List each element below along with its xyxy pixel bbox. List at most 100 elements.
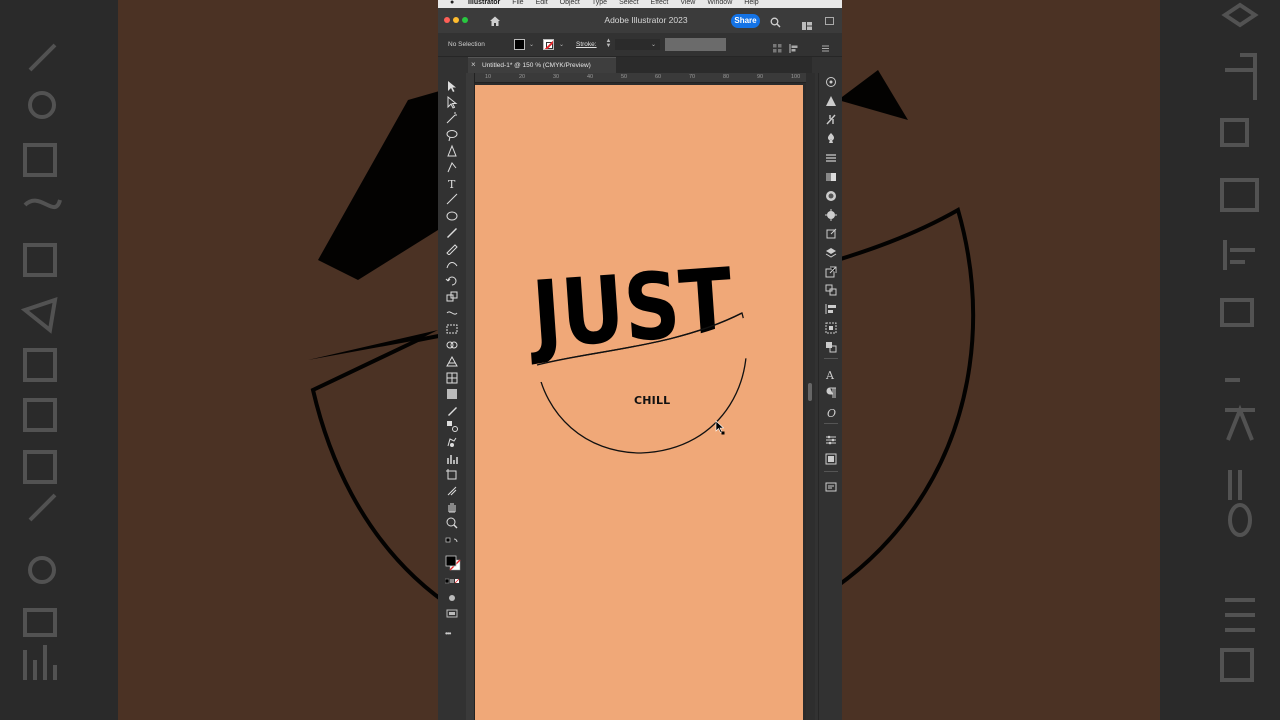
share-button[interactable]: Share bbox=[731, 14, 760, 28]
artboard[interactable]: JUST CHILL bbox=[475, 85, 803, 720]
panel-group-divider bbox=[824, 471, 838, 472]
stroke-weight-stepper[interactable]: ▲ ▼ bbox=[605, 38, 612, 50]
blend-tool-icon[interactable] bbox=[445, 419, 459, 433]
vertical-ruler[interactable] bbox=[466, 73, 475, 720]
workspace-panel-icon[interactable] bbox=[825, 17, 834, 25]
minimize-window-button[interactable] bbox=[453, 17, 459, 23]
transform-panel-icon[interactable] bbox=[825, 321, 837, 334]
arrange-documents-icon[interactable] bbox=[802, 17, 812, 30]
mesh-tool-icon[interactable] bbox=[445, 371, 459, 385]
menu-window[interactable]: Window bbox=[707, 0, 732, 6]
paintbrush-tool-icon[interactable] bbox=[445, 225, 459, 239]
hand-tool-icon[interactable] bbox=[445, 500, 459, 514]
style-field[interactable] bbox=[665, 38, 726, 51]
fill-dropdown-chevron-icon[interactable]: ⌄ bbox=[529, 42, 535, 48]
search-icon[interactable] bbox=[770, 15, 781, 28]
gradient-tool-icon[interactable] bbox=[445, 387, 459, 401]
rotate-tool-icon[interactable] bbox=[445, 273, 459, 287]
stroke-weight-chevron-icon[interactable]: ⌄ bbox=[651, 42, 657, 48]
chill-text[interactable]: CHILL bbox=[634, 394, 670, 407]
pathfinder-panel-icon[interactable] bbox=[825, 340, 837, 353]
links-panel-icon[interactable] bbox=[825, 265, 837, 278]
fill-stroke-swatches[interactable] bbox=[445, 555, 461, 571]
gradient-panel-icon[interactable] bbox=[825, 170, 837, 182]
close-tab-icon[interactable]: × bbox=[471, 60, 476, 69]
symbols-panel-icon[interactable] bbox=[825, 131, 837, 143]
align-grid-icon[interactable] bbox=[773, 40, 782, 53]
stroke-label[interactable]: Stroke: bbox=[576, 41, 597, 48]
eyedropper-tool-icon[interactable] bbox=[445, 403, 459, 417]
layers-panel-icon[interactable] bbox=[825, 246, 837, 258]
menu-object[interactable]: Object bbox=[560, 0, 580, 6]
stroke-panel-icon[interactable] bbox=[825, 151, 837, 163]
direct-selection-tool-icon[interactable] bbox=[445, 95, 459, 109]
zoom-tool-icon[interactable] bbox=[445, 516, 459, 530]
fill-color-swatch[interactable] bbox=[514, 39, 525, 50]
magic-wand-tool-icon[interactable] bbox=[445, 111, 459, 125]
canvas-area[interactable]: JUST CHILL bbox=[475, 83, 806, 720]
edit-toolbar-more-icon[interactable]: ••• bbox=[445, 629, 451, 638]
menu-illustrator[interactable]: Illustrator bbox=[468, 0, 500, 6]
scrollbar-thumb[interactable] bbox=[808, 383, 812, 401]
color-guide-panel-icon[interactable] bbox=[825, 75, 837, 87]
ruler-tick-label: 30 bbox=[553, 74, 560, 80]
selection-tool-icon[interactable] bbox=[445, 79, 459, 93]
menu-help[interactable]: Help bbox=[744, 0, 758, 6]
curvature-tool-icon[interactable] bbox=[445, 160, 459, 174]
control-menu-icon[interactable] bbox=[821, 40, 830, 52]
asset-export-panel-icon[interactable] bbox=[825, 227, 837, 239]
lasso-tool-icon[interactable] bbox=[445, 128, 459, 142]
color-panel-icon[interactable] bbox=[825, 94, 837, 106]
stroke-dropdown-chevron-icon[interactable]: ⌄ bbox=[559, 42, 565, 48]
document-tab[interactable]: × Untitled-1* @ 150 % (CMYK/Preview) bbox=[468, 57, 616, 73]
properties-panel-icon[interactable] bbox=[825, 433, 837, 445]
screen-mode-icon[interactable] bbox=[445, 607, 459, 621]
align-panel-icon[interactable] bbox=[825, 302, 837, 314]
document-title: Untitled-1* @ 150 % (CMYK/Preview) bbox=[482, 62, 591, 69]
free-transform-tool-icon[interactable] bbox=[445, 322, 459, 336]
perspective-grid-tool-icon[interactable] bbox=[445, 354, 459, 368]
type-tool-icon[interactable]: T bbox=[445, 176, 459, 191]
default-fill-stroke-icon[interactable] bbox=[445, 537, 459, 551]
width-tool-icon[interactable] bbox=[445, 306, 459, 320]
opentype-panel-icon[interactable]: O bbox=[825, 405, 837, 420]
menu-type[interactable]: Type bbox=[592, 0, 607, 6]
document-info-panel-icon[interactable] bbox=[825, 480, 837, 492]
ruler-tick-label: 100 bbox=[791, 74, 801, 80]
appearance-panel-icon[interactable] bbox=[825, 208, 837, 221]
artboards-panel-icon[interactable] bbox=[825, 283, 837, 296]
shape-builder-tool-icon[interactable] bbox=[445, 338, 459, 352]
brushes-panel-icon[interactable] bbox=[825, 112, 837, 125]
menu-effect[interactable]: Effect bbox=[651, 0, 669, 6]
paragraph-panel-icon[interactable] bbox=[825, 386, 837, 398]
symbol-sprayer-tool-icon[interactable] bbox=[445, 435, 459, 449]
apple-icon[interactable]: ● bbox=[450, 0, 456, 6]
transparency-panel-icon[interactable] bbox=[825, 189, 837, 201]
menu-edit[interactable]: Edit bbox=[536, 0, 548, 6]
menu-select[interactable]: Select bbox=[619, 0, 638, 6]
column-graph-tool-icon[interactable] bbox=[445, 452, 459, 466]
draw-mode-icon[interactable] bbox=[445, 591, 459, 605]
close-window-button[interactable] bbox=[444, 17, 450, 23]
color-mode-icons[interactable] bbox=[444, 575, 460, 589]
zoom-window-button[interactable] bbox=[462, 17, 468, 23]
menu-file[interactable]: File bbox=[512, 0, 523, 6]
transform-icon[interactable] bbox=[789, 40, 798, 53]
menu-view[interactable]: View bbox=[680, 0, 695, 6]
shaper-tool-icon[interactable] bbox=[445, 257, 459, 271]
horizontal-ruler[interactable]: 10 20 30 40 50 60 70 80 90 100 bbox=[475, 73, 806, 83]
ruler-tick-label: 80 bbox=[723, 74, 730, 80]
slice-tool-icon[interactable] bbox=[445, 484, 459, 498]
artboard-tool-icon[interactable] bbox=[445, 468, 459, 482]
libraries-panel-icon[interactable] bbox=[825, 452, 837, 465]
stroke-color-swatch[interactable] bbox=[543, 39, 554, 50]
ellipse-tool-icon[interactable] bbox=[445, 209, 459, 223]
home-icon[interactable] bbox=[489, 14, 501, 26]
scale-tool-icon[interactable] bbox=[445, 290, 459, 304]
title-bar: Adobe Illustrator 2023 Share bbox=[438, 8, 842, 33]
pencil-tool-icon[interactable] bbox=[445, 241, 459, 256]
pen-tool-icon[interactable] bbox=[445, 144, 459, 158]
vertical-scrollbar[interactable] bbox=[806, 73, 815, 720]
line-segment-tool-icon[interactable] bbox=[445, 192, 459, 206]
character-panel-icon[interactable]: A bbox=[825, 367, 837, 382]
